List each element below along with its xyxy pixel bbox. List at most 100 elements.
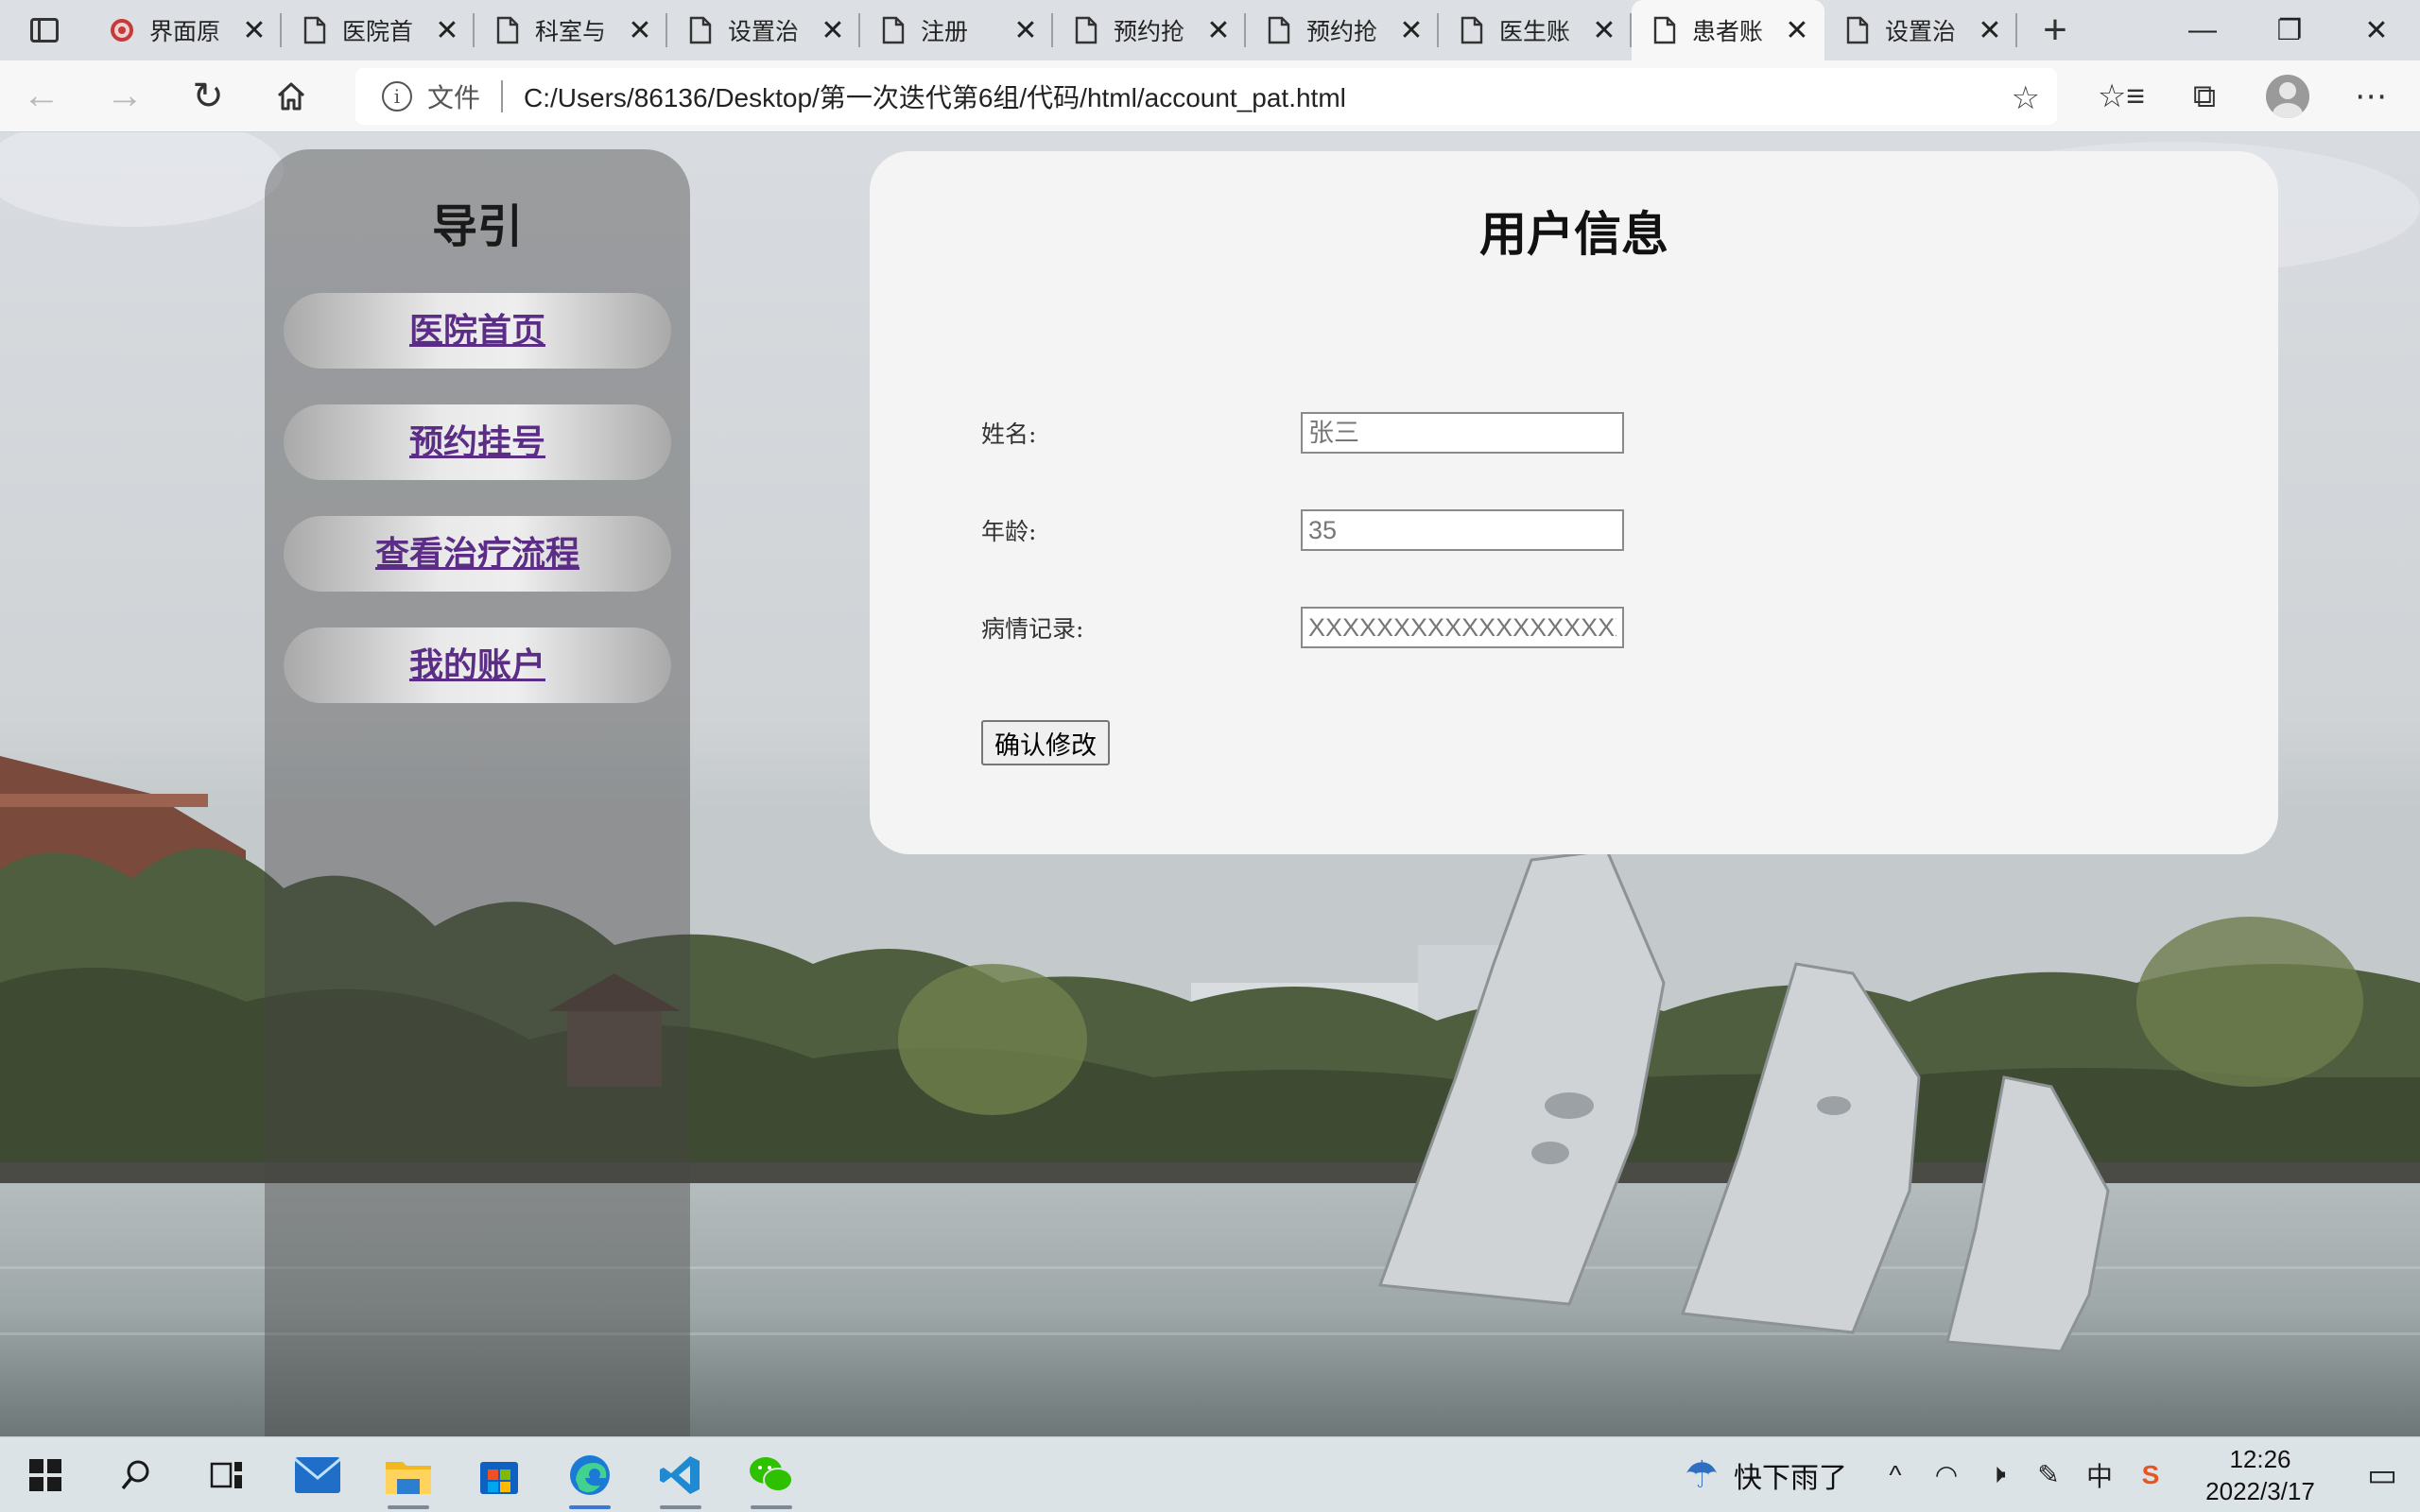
wifi-icon[interactable]: ◠ xyxy=(1921,1459,1972,1490)
collections-button[interactable]: ⧉ xyxy=(2163,78,2246,115)
volume-icon[interactable]: 🕨 xyxy=(1972,1459,2023,1490)
edge-app[interactable] xyxy=(544,1437,635,1512)
close-tab-icon[interactable]: ✕ xyxy=(1590,14,1618,47)
settings-more-button[interactable]: ⋯ xyxy=(2329,77,2412,115)
mail-app[interactable] xyxy=(272,1437,363,1512)
new-tab-button[interactable]: + xyxy=(2017,0,2093,60)
tab-title: 设置治 xyxy=(728,19,800,45)
close-tab-icon[interactable]: ✕ xyxy=(1783,14,1811,47)
notification-button[interactable]: ▭ xyxy=(2344,1456,2420,1494)
browser-tools: ☆≡ ⧉ ⋯ xyxy=(2080,60,2412,132)
minimize-button[interactable]: — xyxy=(2159,0,2246,60)
tab-title: 科室与 xyxy=(535,19,607,45)
close-tab-icon[interactable]: ✕ xyxy=(1976,14,2004,47)
windows-logo-icon xyxy=(29,1458,61,1491)
browser-tab[interactable]: 预约抢 ✕ xyxy=(1053,0,1246,60)
nav-book-appointment[interactable]: 预约挂号 xyxy=(284,404,671,480)
weather-widget[interactable]: ☂ 快下雨了 xyxy=(1685,1453,1847,1497)
browser-tab[interactable]: 科室与 ✕ xyxy=(475,0,667,60)
name-input[interactable] xyxy=(1301,412,1624,454)
browser-tab[interactable]: 医生账 ✕ xyxy=(1439,0,1632,60)
divider xyxy=(501,80,504,112)
ime-indicator[interactable]: 中 xyxy=(2074,1456,2125,1494)
browser-tab-active[interactable]: 患者账 ✕ xyxy=(1632,0,1824,60)
age-row: 年龄: xyxy=(981,509,1624,551)
address-bar[interactable]: i 文件 C:/Users/86136/Desktop/第一次迭代第6组/代码/… xyxy=(355,68,2057,125)
start-button[interactable] xyxy=(0,1437,91,1512)
medical-record-input[interactable] xyxy=(1301,607,1624,648)
favorites-button[interactable]: ☆≡ xyxy=(2080,77,2163,115)
home-button[interactable] xyxy=(250,60,333,132)
tab-title: 预约抢 xyxy=(1114,19,1185,45)
add-favorite-icon[interactable]: ☆ xyxy=(2012,79,2040,117)
search-button[interactable] xyxy=(91,1437,182,1512)
collections-icon: ⧉ xyxy=(2192,77,2217,114)
browser-tab[interactable]: 设置治 ✕ xyxy=(667,0,860,60)
wechat-app[interactable] xyxy=(726,1437,817,1512)
notification-icon: ▭ xyxy=(2366,1456,2398,1493)
confirm-edit-button[interactable]: 确认修改 xyxy=(981,720,1110,765)
refresh-button[interactable]: ↻ xyxy=(166,60,250,132)
task-view-icon xyxy=(210,1461,242,1488)
close-tab-icon[interactable]: ✕ xyxy=(1204,14,1233,47)
page-title: 用户信息 xyxy=(1479,208,1668,261)
window-controls: — ❐ ✕ xyxy=(2159,0,2420,60)
close-tab-icon[interactable]: ✕ xyxy=(433,14,461,47)
close-tab-icon[interactable]: ✕ xyxy=(240,14,268,47)
browser-tab[interactable]: 医院首 ✕ xyxy=(282,0,475,60)
search-icon xyxy=(121,1460,149,1489)
close-tab-icon[interactable]: ✕ xyxy=(1397,14,1426,47)
edge-icon xyxy=(570,1454,610,1495)
file-icon xyxy=(689,16,712,44)
info-icon[interactable]: i xyxy=(382,81,412,112)
nav-treatment-process[interactable]: 查看治疗流程 xyxy=(284,516,671,592)
browser-tab[interactable]: 预约抢 ✕ xyxy=(1246,0,1439,60)
chevron-up-icon[interactable]: ^ xyxy=(1870,1460,1921,1490)
nav-my-account[interactable]: 我的账户 xyxy=(284,627,671,703)
task-view-button[interactable] xyxy=(182,1437,272,1512)
close-window-button[interactable]: ✕ xyxy=(2333,0,2420,60)
close-tab-icon[interactable]: ✕ xyxy=(626,14,654,47)
close-tab-icon[interactable]: ✕ xyxy=(819,14,847,47)
back-arrow-icon: ← xyxy=(23,75,60,116)
umbrella-icon: ☂ xyxy=(1685,1453,1719,1496)
age-label: 年龄: xyxy=(981,518,1037,545)
plus-icon: + xyxy=(2043,7,2067,53)
url-text[interactable]: C:/Users/86136/Desktop/第一次迭代第6组/代码/html/… xyxy=(524,77,1346,115)
sogou-input-icon[interactable]: S xyxy=(2125,1460,2176,1490)
tab-title: 医生账 xyxy=(1499,19,1571,45)
browser-tab[interactable]: 界面原 ✕ xyxy=(89,0,282,60)
tab-title: 界面原 xyxy=(149,19,221,45)
tab-title: 医院首 xyxy=(342,19,414,45)
tab-strip: 界面原 ✕ 医院首 ✕ 科室与 ✕ 设置治 ✕ 注册 ✕ 预约抢 ✕ 预约抢 ✕… xyxy=(0,0,2420,60)
file-icon xyxy=(303,16,326,44)
nav-hospital-home[interactable]: 医院首页 xyxy=(284,293,671,369)
address-toolbar: ← → ↻ i 文件 C:/Users/86136/Desktop/第一次迭代第… xyxy=(0,60,2420,132)
clock[interactable]: 12:26 2022/3/17 xyxy=(2189,1443,2331,1507)
vscode-app[interactable] xyxy=(635,1437,726,1512)
name-row: 姓名: xyxy=(981,412,1624,454)
site-logo-icon xyxy=(111,19,133,42)
tab-actions-button[interactable] xyxy=(0,0,89,60)
tab-title: 注册 xyxy=(921,19,969,45)
profile-button[interactable] xyxy=(2246,75,2329,118)
restore-button[interactable]: ❐ xyxy=(2246,0,2333,60)
home-icon xyxy=(277,82,305,110)
file-explorer-app[interactable] xyxy=(363,1437,454,1512)
user-info-card: 用户信息 姓名: 年龄: 病情记录: 确认修改 xyxy=(870,151,2278,854)
forward-arrow-icon: → xyxy=(106,75,144,116)
medical-record-label: 病情记录: xyxy=(981,615,1084,643)
store-app[interactable] xyxy=(454,1437,544,1512)
file-icon xyxy=(1653,16,1676,44)
age-input[interactable] xyxy=(1301,509,1624,551)
file-icon xyxy=(1846,16,1869,44)
file-icon xyxy=(1461,16,1483,44)
pen-icon[interactable]: ✎ xyxy=(2023,1459,2074,1490)
forward-button[interactable]: → xyxy=(83,60,166,132)
back-button[interactable]: ← xyxy=(0,60,83,132)
close-tab-icon[interactable]: ✕ xyxy=(1011,14,1040,47)
tab-actions-icon xyxy=(30,18,59,43)
tab-title: 设置治 xyxy=(1885,19,1957,45)
browser-tab[interactable]: 注册 ✕ xyxy=(860,0,1053,60)
browser-tab[interactable]: 设置治 ✕ xyxy=(1824,0,2017,60)
